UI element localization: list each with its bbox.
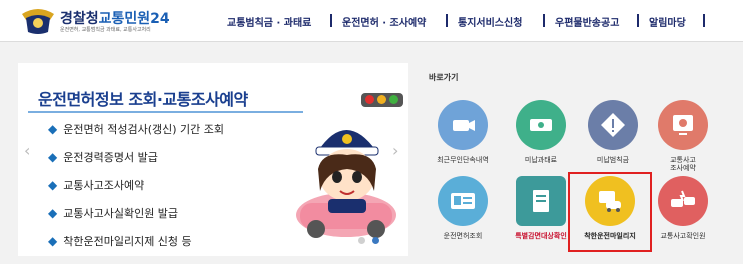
- quick-item-circle: [658, 100, 708, 150]
- warning-icon: [601, 113, 625, 137]
- slide-link-label: 교통사고조사예약: [63, 179, 145, 192]
- logo-title: 경찰청교통민원24: [60, 8, 170, 28]
- police-character-illustration: [296, 130, 396, 238]
- main-slider: 운전면허정보 조회·교통조사예약 ◆ 운전면허 적성검사(갱신) 기간 조회 ◆ 운…: [18, 63, 408, 256]
- slide-link-accident-reservation[interactable]: ◆ 교통사고조사예약: [48, 177, 144, 193]
- nav-notice[interactable]: 알림마당: [649, 14, 686, 29]
- nav-license[interactable]: 운전면허 · 조사예약: [342, 14, 426, 29]
- bullet-diamond-icon: ◆: [48, 178, 58, 192]
- quick-item-special-reduction[interactable]: 특별감면대상확인: [506, 176, 576, 240]
- quick-item-accident-reservation[interactable]: 교통사고 조사예약: [648, 100, 718, 172]
- logo-title-service: 교통민원24: [98, 11, 170, 27]
- monitor-icon: [673, 115, 693, 135]
- nav-notification[interactable]: 통지서비스신청: [458, 14, 522, 29]
- nav-separator: [637, 14, 639, 27]
- quick-item-label: 교통사고확인원: [660, 232, 706, 240]
- slider-dot-1[interactable]: [358, 237, 365, 244]
- nav-separator: [543, 14, 545, 27]
- quick-item-circle: [588, 100, 638, 150]
- nav-separator: [703, 14, 705, 27]
- quick-item-accident-confirmation[interactable]: 교통사고확인원: [648, 176, 718, 240]
- logo-title-police: 경찰청: [60, 11, 99, 27]
- site-header: 경찰청교통민원24 운전면허, 교통범칙금 과태료, 교통사고처리 교통범칙금 …: [0, 0, 743, 42]
- quick-item-recent-enforcement[interactable]: 최근무인단속내역: [428, 100, 498, 164]
- quick-item-unpaid-penalty[interactable]: 미납범칙금: [578, 100, 648, 164]
- quick-item-label: 미납범칙금: [596, 156, 630, 164]
- quick-item-label: 교통사고 조사예약: [670, 156, 696, 172]
- quick-item-circle: [516, 100, 566, 150]
- bullet-diamond-icon: ◆: [48, 150, 58, 164]
- slide-link-label: 운전경력증명서 발급: [63, 151, 158, 164]
- title-underline: [28, 111, 303, 113]
- slider-title[interactable]: 운전면허정보 조회·교통조사예약: [38, 86, 248, 110]
- logo-subtitle: 운전면허, 교통범칙금 과태료, 교통사고처리: [60, 27, 151, 33]
- slider-next-arrow[interactable]: ›: [392, 141, 398, 160]
- slide-link-label: 착한운전마일리지제 신청 등: [63, 235, 192, 248]
- nav-separator: [446, 14, 448, 27]
- quick-item-unpaid-fines[interactable]: 미납과태료: [506, 100, 576, 164]
- document-icon: [533, 190, 549, 212]
- nav-separator: [330, 14, 332, 27]
- quick-links-label: 바로가기: [429, 73, 459, 82]
- money-icon: [530, 119, 552, 131]
- quick-item-label: 운전면허조회: [443, 232, 483, 240]
- bullet-diamond-icon: ◆: [48, 234, 58, 248]
- slide-link-mileage[interactable]: ◆ 착한운전마일리지제 신청 등: [48, 233, 192, 249]
- slide-link-label: 교통사고사실확인원 발급: [63, 207, 179, 220]
- quick-item-label: 미납과태료: [524, 156, 558, 164]
- license-icon: [451, 193, 475, 209]
- quick-item-circle: [438, 100, 488, 150]
- bullet-diamond-icon: ◆: [48, 122, 58, 136]
- slide-link-career-certificate[interactable]: ◆ 운전경력증명서 발급: [48, 149, 158, 165]
- nav-returned-mail[interactable]: 우편물반송공고: [555, 14, 619, 29]
- nav-fines[interactable]: 교통범칙금 · 과태료: [227, 14, 311, 29]
- slide-link-accident-confirmation[interactable]: ◆ 교통사고사실확인원 발급: [48, 205, 178, 221]
- slider-dot-2[interactable]: [372, 237, 379, 244]
- slider-prev-arrow[interactable]: ‹: [24, 141, 30, 160]
- quick-item-license-lookup[interactable]: 운전면허조회: [428, 176, 498, 240]
- highlight-box: [568, 172, 652, 252]
- quick-item-circle: [658, 176, 708, 226]
- car-crash-icon: [671, 190, 695, 207]
- slide-link-label: 운전면허 적성검사(갱신) 기간 조회: [63, 123, 224, 136]
- traffic-light-icon: [361, 93, 403, 107]
- quick-item-label: 특별감면대상확인: [515, 232, 567, 240]
- slide-link-aptitude-test[interactable]: ◆ 운전면허 적성검사(갱신) 기간 조회: [48, 121, 224, 137]
- quick-item-label: 최근무인단속내역: [437, 156, 489, 164]
- quick-item-circle: [516, 176, 566, 226]
- bullet-diamond-icon: ◆: [48, 206, 58, 220]
- quick-item-circle: [438, 176, 488, 226]
- camera-icon: [453, 120, 475, 131]
- police-emblem-icon: [22, 9, 54, 34]
- site-logo[interactable]: 경찰청교통민원24 운전면허, 교통범칙금 과태료, 교통사고처리: [20, 4, 210, 38]
